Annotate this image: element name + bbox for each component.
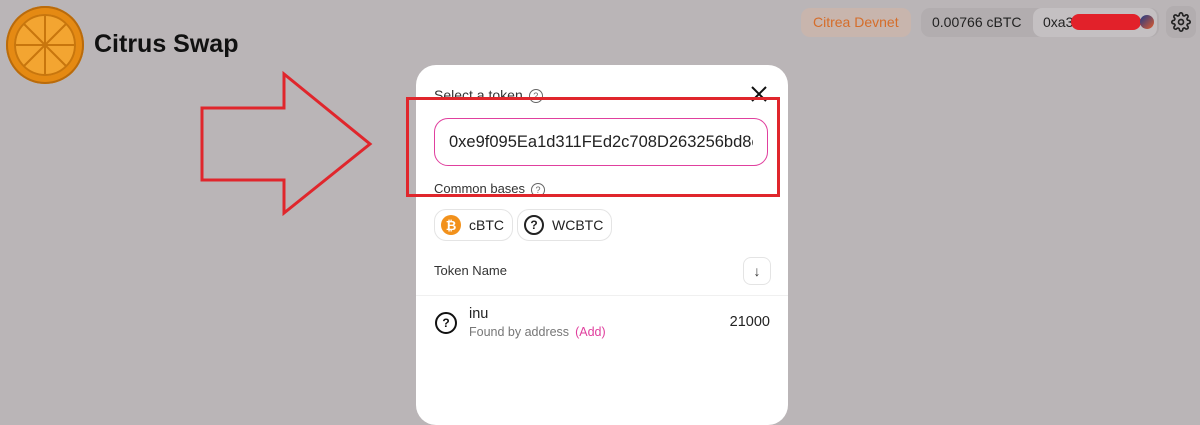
account-chip[interactable]: 0xa3	[1033, 8, 1157, 37]
app-title[interactable]: Citrus Swap	[94, 30, 238, 59]
modal-title: Select a token?	[434, 87, 543, 104]
token-subtitle: Found by address (Add)	[469, 325, 606, 339]
wallet-balance: 0.00766 cBTC	[932, 14, 1022, 30]
question-icon: ?	[435, 312, 457, 334]
token-symbol: cBTC	[469, 217, 504, 233]
wallet-button[interactable]: 0.00766 cBTC 0xa3	[921, 8, 1159, 37]
token-search-input[interactable]	[434, 118, 768, 166]
network-badge[interactable]: Citrea Devnet	[801, 8, 911, 37]
wallet-address: 0xa3	[1043, 14, 1074, 30]
citrus-logo	[6, 6, 84, 84]
found-by-address-text: Found by address	[469, 325, 570, 339]
token-balance: 21000	[729, 314, 770, 330]
token-name: inu	[469, 306, 489, 322]
add-token-link[interactable]: (Add)	[575, 325, 606, 339]
help-icon[interactable]: ?	[531, 182, 546, 197]
token-name-header: Token Name	[434, 263, 507, 278]
sort-button[interactable]: ↓	[743, 257, 771, 285]
help-icon[interactable]: ?	[528, 89, 543, 104]
avatar	[1140, 15, 1154, 29]
common-base-wcbtc[interactable]: ? WCBTC	[517, 209, 613, 241]
token-select-modal: Select a token? Common bases? ₿ cBTC ? W…	[416, 65, 788, 425]
common-base-cbtc[interactable]: ₿ cBTC	[434, 209, 513, 241]
redaction-mark	[1071, 14, 1141, 30]
token-row[interactable]: ? inu Found by address (Add) 21000	[416, 299, 788, 345]
divider	[416, 295, 788, 296]
bitcoin-icon: ₿	[441, 215, 461, 235]
token-symbol: WCBTC	[552, 217, 604, 233]
common-bases-label: Common bases?	[434, 181, 546, 197]
question-icon: ?	[524, 215, 544, 235]
arrow-down-icon: ↓	[753, 263, 761, 279]
annotation-arrow	[200, 70, 373, 217]
gear-icon	[1171, 12, 1191, 32]
common-bases-text: Common bases	[434, 181, 526, 196]
close-icon[interactable]	[750, 85, 768, 103]
modal-title-text: Select a token	[434, 87, 523, 103]
settings-button[interactable]	[1166, 6, 1196, 38]
